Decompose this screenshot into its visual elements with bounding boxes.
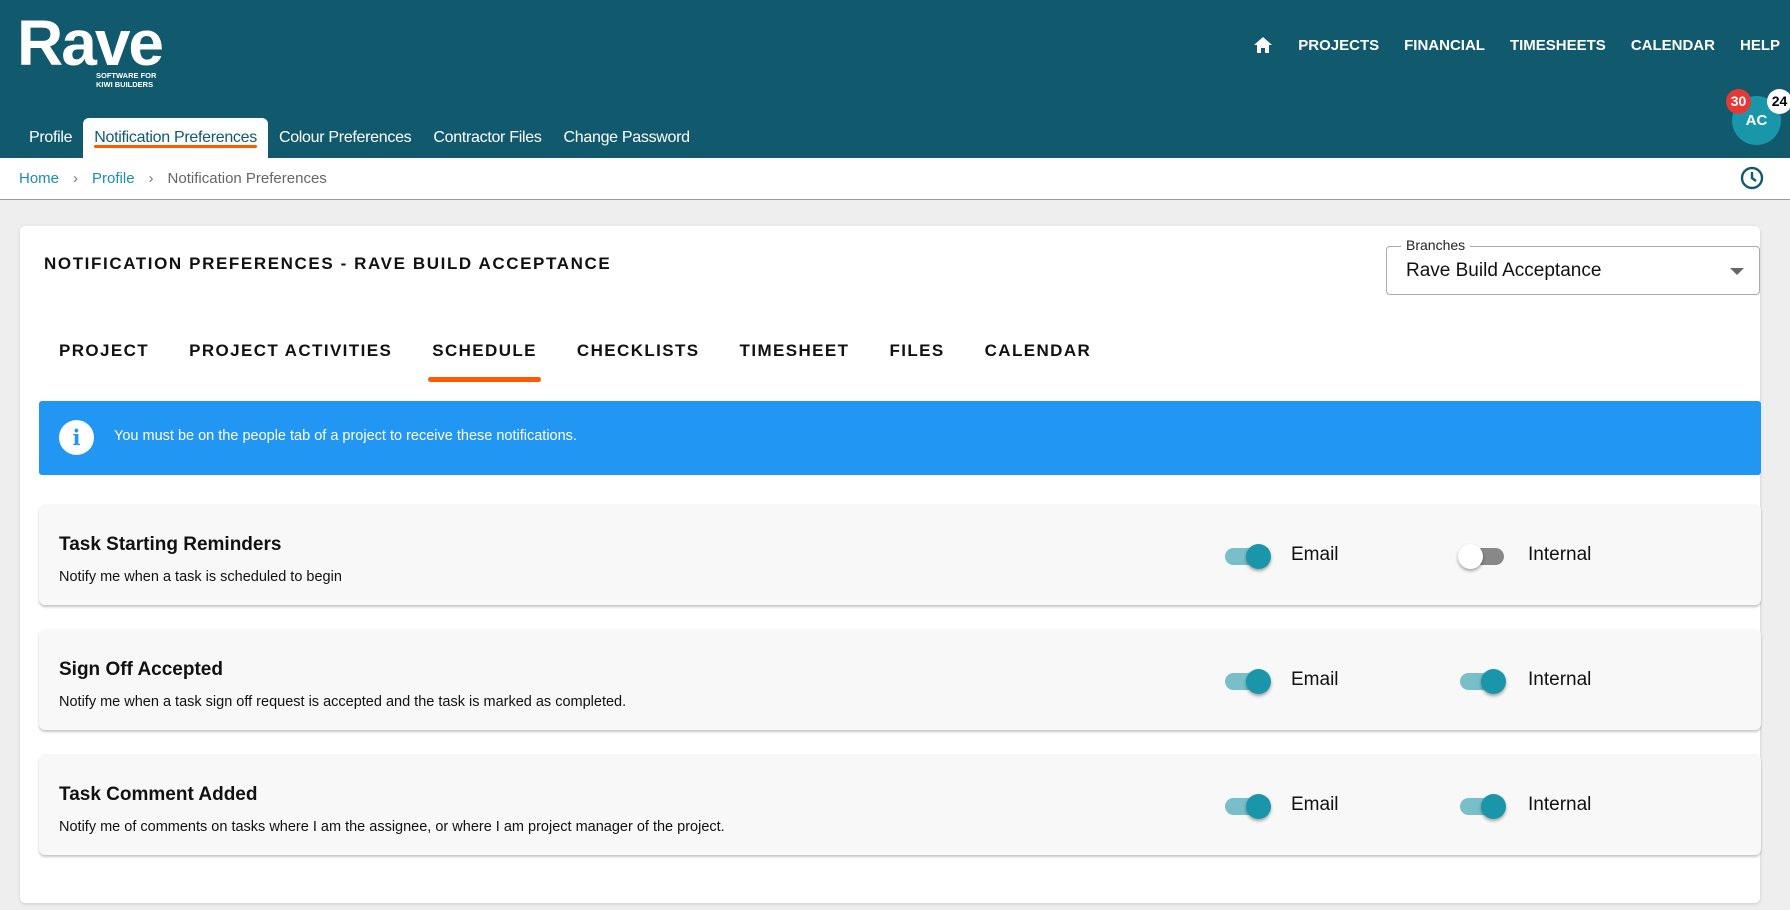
notification-description: Notify me when a task is scheduled to be… (59, 569, 342, 585)
breadcrumb-separator: › (73, 170, 79, 187)
preferences-card: NOTIFICATION PREFERENCES - RAVE BUILD AC… (20, 226, 1761, 903)
app-header: Rave SOFTWARE FOR KIWI BUILDERS PROJECTS … (0, 0, 1790, 158)
internal-toggle[interactable] (1458, 794, 1506, 819)
internal-label: Internal (1528, 544, 1592, 565)
notification-badge[interactable]: 30 (1726, 89, 1751, 114)
nav-calendar[interactable]: CALENDAR (1631, 37, 1715, 54)
internal-label: Internal (1528, 669, 1592, 690)
top-nav: PROJECTS FINANCIAL TIMESHEETS CALENDAR H… (1253, 36, 1780, 54)
breadcrumb-profile[interactable]: Profile (92, 170, 135, 187)
subtab-colour-preferences[interactable]: Colour Preferences (268, 118, 422, 158)
notification-row: Task Starting Reminders Notify me when a… (39, 504, 1761, 605)
info-icon: i (59, 420, 94, 455)
subtab-contractor-files[interactable]: Contractor Files (422, 118, 552, 158)
category-tabs: PROJECT PROJECT ACTIVITIES SCHEDULE CHEC… (39, 336, 1112, 382)
notification-description: Notify me of comments on tasks where I a… (59, 819, 725, 835)
nav-help[interactable]: HELP (1740, 37, 1780, 54)
internal-toggle[interactable] (1458, 544, 1506, 569)
email-label: Email (1291, 544, 1339, 565)
email-label: Email (1291, 794, 1339, 815)
internal-toggle[interactable] (1458, 669, 1506, 694)
message-badge[interactable]: 24 (1767, 89, 1790, 114)
dropdown-arrow-icon (1730, 268, 1744, 275)
notification-title: Sign Off Accepted (59, 659, 223, 680)
tab-project[interactable]: PROJECT (39, 336, 169, 366)
notification-description: Notify me when a task sign off request i… (59, 694, 627, 710)
email-toggle[interactable] (1223, 544, 1271, 569)
email-label: Email (1291, 669, 1339, 690)
branches-label: Branches (1401, 237, 1471, 253)
internal-label: Internal (1528, 794, 1592, 815)
nav-financial[interactable]: FINANCIAL (1404, 37, 1485, 54)
breadcrumb-home[interactable]: Home (19, 170, 59, 187)
subtab-profile[interactable]: Profile (18, 118, 83, 158)
tab-timesheet[interactable]: TIMESHEET (720, 336, 870, 366)
email-toggle[interactable] (1223, 669, 1271, 694)
breadcrumb-current: Notification Preferences (167, 170, 327, 187)
logo-text: Rave (17, 7, 164, 79)
branches-select[interactable]: Branches Rave Build Acceptance (1386, 237, 1760, 295)
tab-project-activities[interactable]: PROJECT ACTIVITIES (169, 336, 412, 366)
tab-files[interactable]: FILES (869, 336, 964, 366)
home-icon[interactable] (1253, 36, 1273, 54)
info-banner: i You must be on the people tab of a pro… (39, 401, 1761, 475)
notification-title: Task Comment Added (59, 784, 258, 805)
tab-calendar[interactable]: CALENDAR (965, 336, 1112, 366)
breadcrumb-separator: › (148, 170, 154, 187)
subtab-notification-preferences[interactable]: Notification Preferences (83, 118, 268, 158)
branches-value: Rave Build Acceptance (1406, 260, 1602, 281)
tab-checklists[interactable]: CHECKLISTS (557, 336, 720, 366)
logo-tagline: SOFTWARE FOR KIWI BUILDERS (96, 71, 157, 89)
profile-tabs: Profile Notification Preferences Colour … (18, 118, 701, 158)
info-text: You must be on the people tab of a proje… (114, 428, 577, 444)
tab-schedule[interactable]: SCHEDULE (412, 336, 557, 382)
nav-projects[interactable]: PROJECTS (1298, 37, 1379, 54)
subtab-change-password[interactable]: Change Password (553, 118, 701, 158)
email-toggle[interactable] (1223, 794, 1271, 819)
breadcrumb: Home › Profile › Notification Preference… (0, 158, 1790, 200)
notification-row: Task Comment Added Notify me of comments… (39, 754, 1761, 855)
page-title: NOTIFICATION PREFERENCES - RAVE BUILD AC… (44, 254, 612, 273)
nav-timesheets[interactable]: TIMESHEETS (1510, 37, 1606, 54)
notification-title: Task Starting Reminders (59, 534, 282, 555)
notification-row: Sign Off Accepted Notify me when a task … (39, 629, 1761, 730)
rave-logo[interactable]: Rave SOFTWARE FOR KIWI BUILDERS (17, 7, 164, 89)
clock-icon[interactable] (1740, 166, 1764, 190)
